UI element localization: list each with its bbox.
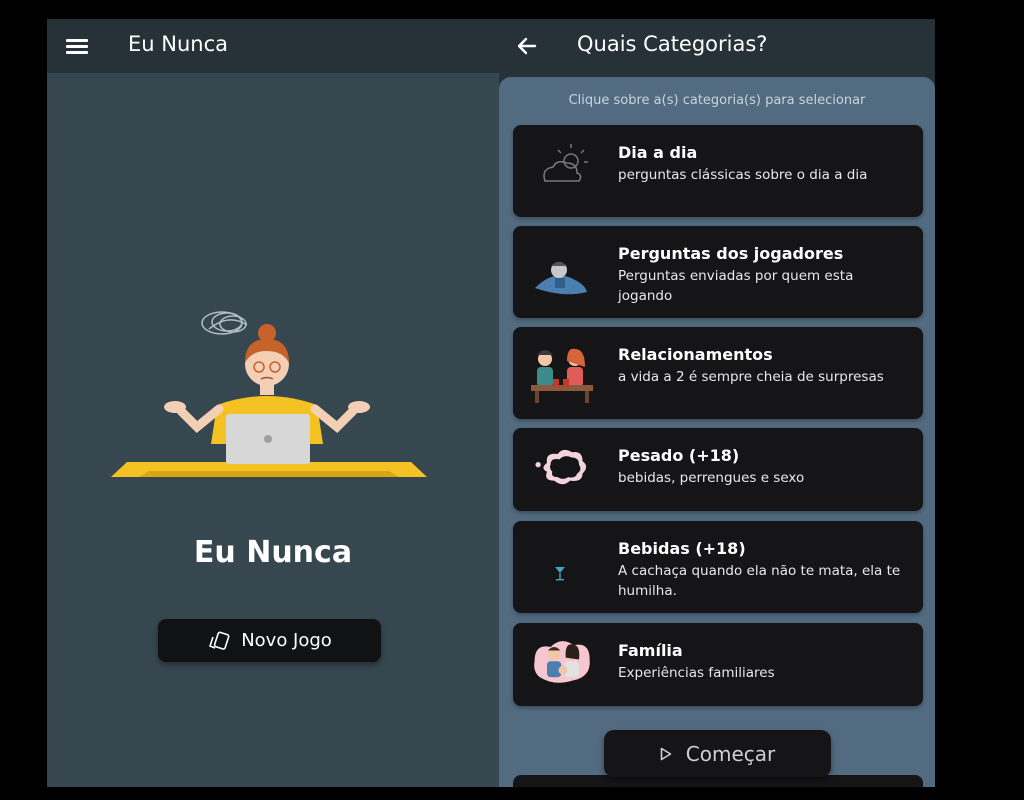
categories-app-bar: Quais Categorias? [499, 19, 935, 73]
category-description: Experiências familiares [618, 665, 775, 681]
category-description: Perguntas enviadas por quem esta jogando [618, 268, 854, 304]
categories-app-bar-title: Quais Categorias? [577, 32, 768, 56]
category-card-relacionamentos[interactable]: Relacionamentos a vida a 2 é sempre chei… [513, 327, 923, 419]
category-card-pesado[interactable]: Pesado (+18) bebidas, perrengues e sexo [513, 428, 923, 511]
category-title: Dia a dia [618, 143, 698, 162]
category-description: perguntas clássicas sobre o dia a dia [618, 167, 868, 183]
category-title: Perguntas dos jogadores [618, 244, 844, 263]
categories-screen: Quais Categorias? Clique sobre a(s) cate… [499, 19, 935, 787]
category-title: Pesado (+18) [618, 446, 740, 465]
menu-icon[interactable] [66, 37, 90, 55]
cloud-sun-icon [543, 144, 588, 182]
confused-woman-illustration [111, 311, 427, 477]
category-card-bebidas[interactable]: Bebidas (+18) A cachaça quando ela não t… [513, 521, 923, 613]
category-description: a vida a 2 é sempre cheia de surpresas [618, 369, 884, 385]
start-label: Começar [685, 741, 776, 766]
home-app-bar: Eu Nunca [47, 19, 499, 73]
new-game-label: Novo Jogo [241, 630, 332, 651]
category-card-familia[interactable]: Família Experiências familiares [513, 623, 923, 706]
smoke-cloud-icon [535, 449, 587, 485]
home-screen: Eu Nunca Eu Nunca Novo Jogo [47, 19, 499, 787]
new-game-button[interactable]: Novo Jogo [158, 619, 381, 662]
app-name-heading: Eu Nunca [193, 535, 353, 570]
scribble-icon [201, 311, 248, 335]
players-icon [535, 262, 587, 295]
back-arrow-icon[interactable] [515, 35, 537, 57]
cards-icon [209, 631, 230, 650]
category-title: Família [618, 641, 683, 660]
selection-hint: Clique sobre a(s) categoria(s) para sele… [568, 93, 866, 108]
start-button[interactable]: Começar [604, 730, 831, 777]
category-card-perguntas-dos-jogadores[interactable]: Perguntas dos jogadores Perguntas enviad… [513, 226, 923, 318]
family-icon [534, 641, 590, 683]
category-card-dia-a-dia[interactable]: Dia a dia perguntas clássicas sobre o di… [513, 125, 923, 217]
cocktail-glass-icon [555, 567, 565, 581]
category-description: bebidas, perrengues e sexo [618, 470, 805, 486]
play-icon [660, 747, 672, 760]
categories-panel[interactable]: Clique sobre a(s) categoria(s) para sele… [499, 77, 935, 787]
category-title: Relacionamentos [618, 345, 773, 364]
category-description: A cachaça quando ela não te mata, ela te… [618, 563, 901, 599]
couple-icon [531, 348, 593, 403]
home-app-bar-title: Eu Nunca [128, 32, 228, 56]
category-title: Bebidas (+18) [618, 539, 746, 558]
